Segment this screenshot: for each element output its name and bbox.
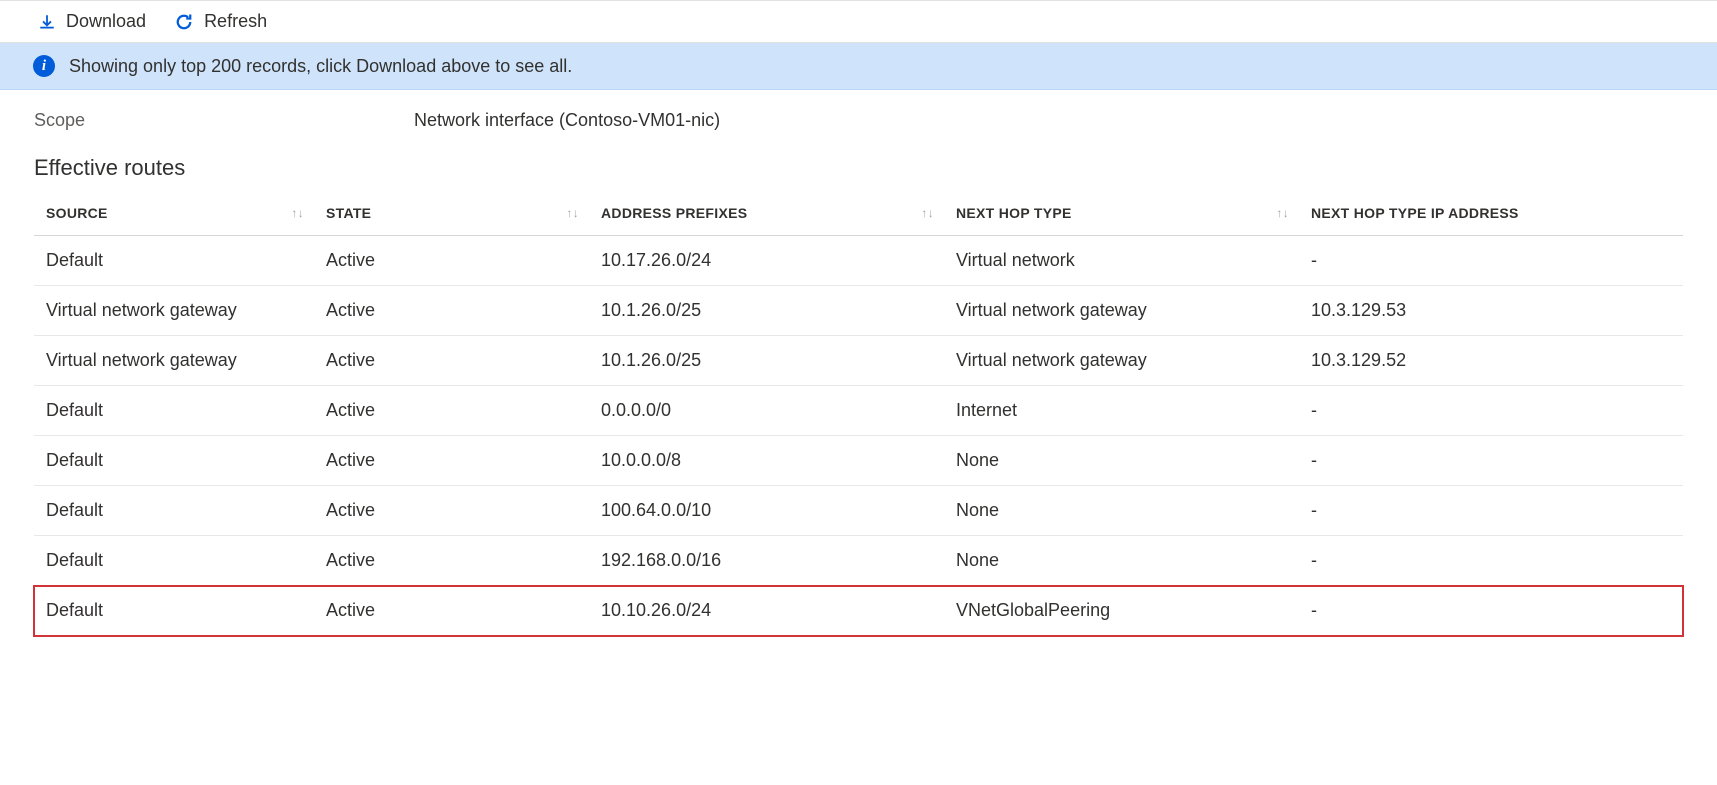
scope-value: Network interface (Contoso-VM01-nic) <box>414 110 720 131</box>
cell-prefix: 10.1.26.0/25 <box>589 286 944 336</box>
cell-prefix: 10.17.26.0/24 <box>589 236 944 286</box>
col-source-label: Source <box>46 205 108 221</box>
cell-ip: - <box>1299 486 1683 536</box>
cell-source: Default <box>34 536 314 586</box>
sort-icon: ↑↓ <box>921 206 934 220</box>
cell-state: Active <box>314 436 589 486</box>
cell-state: Active <box>314 336 589 386</box>
scope-row: Scope Network interface (Contoso-VM01-ni… <box>0 90 1717 137</box>
cell-ip: - <box>1299 236 1683 286</box>
col-state-label: State <box>326 205 371 221</box>
col-state[interactable]: State ↑↓ <box>314 191 589 236</box>
cell-prefix: 10.1.26.0/25 <box>589 336 944 386</box>
cell-source: Default <box>34 386 314 436</box>
col-next-hop-type[interactable]: Next Hop Type ↑↓ <box>944 191 1299 236</box>
cell-state: Active <box>314 486 589 536</box>
download-label: Download <box>66 11 146 32</box>
cell-state: Active <box>314 586 589 636</box>
cell-source: Default <box>34 586 314 636</box>
cell-prefix: 10.10.26.0/24 <box>589 586 944 636</box>
sort-icon: ↑↓ <box>1276 206 1289 220</box>
cell-ip: 10.3.129.53 <box>1299 286 1683 336</box>
cell-ip: - <box>1299 536 1683 586</box>
table-row[interactable]: DefaultActive10.0.0.0/8None- <box>34 436 1683 486</box>
refresh-icon <box>174 12 194 32</box>
scope-label: Scope <box>34 110 414 131</box>
col-address-prefixes[interactable]: Address Prefixes ↑↓ <box>589 191 944 236</box>
info-bar: i Showing only top 200 records, click Do… <box>0 43 1717 90</box>
cell-state: Active <box>314 286 589 336</box>
table-row[interactable]: Virtual network gatewayActive10.1.26.0/2… <box>34 336 1683 386</box>
cell-ip: - <box>1299 386 1683 436</box>
col-next-hop-type-label: Next Hop Type <box>956 205 1072 221</box>
col-next-hop-ip-label: Next Hop Type IP Address <box>1311 205 1519 221</box>
sort-icon: ↑↓ <box>566 206 579 220</box>
table-header-row: Source ↑↓ State ↑↓ Address Prefixes ↑↓ N… <box>34 191 1683 236</box>
refresh-button[interactable]: Refresh <box>174 11 267 32</box>
cell-nht: Internet <box>944 386 1299 436</box>
col-source[interactable]: Source ↑↓ <box>34 191 314 236</box>
cell-source: Default <box>34 486 314 536</box>
table-row[interactable]: DefaultActive10.10.26.0/24VNetGlobalPeer… <box>34 586 1683 636</box>
cell-nht: None <box>944 486 1299 536</box>
cell-prefix: 10.0.0.0/8 <box>589 436 944 486</box>
cell-ip: - <box>1299 586 1683 636</box>
cell-nht: None <box>944 536 1299 586</box>
cell-prefix: 0.0.0.0/0 <box>589 386 944 436</box>
cell-nht: Virtual network gateway <box>944 336 1299 386</box>
table-row[interactable]: DefaultActive10.17.26.0/24Virtual networ… <box>34 236 1683 286</box>
table-row[interactable]: DefaultActive192.168.0.0/16None- <box>34 536 1683 586</box>
table-row[interactable]: DefaultActive0.0.0.0/0Internet- <box>34 386 1683 436</box>
download-button[interactable]: Download <box>38 11 146 32</box>
toolbar: Download Refresh <box>0 1 1717 43</box>
info-icon: i <box>33 55 55 77</box>
cell-nht: Virtual network <box>944 236 1299 286</box>
cell-prefix: 192.168.0.0/16 <box>589 536 944 586</box>
cell-ip: - <box>1299 436 1683 486</box>
cell-ip: 10.3.129.52 <box>1299 336 1683 386</box>
cell-nht: Virtual network gateway <box>944 286 1299 336</box>
col-address-prefixes-label: Address Prefixes <box>601 205 747 221</box>
table-row[interactable]: DefaultActive100.64.0.0/10None- <box>34 486 1683 536</box>
refresh-label: Refresh <box>204 11 267 32</box>
cell-source: Default <box>34 436 314 486</box>
cell-source: Virtual network gateway <box>34 336 314 386</box>
cell-prefix: 100.64.0.0/10 <box>589 486 944 536</box>
routes-table: Source ↑↓ State ↑↓ Address Prefixes ↑↓ N… <box>34 191 1683 636</box>
sort-icon: ↑↓ <box>291 206 304 220</box>
col-next-hop-ip[interactable]: Next Hop Type IP Address <box>1299 191 1683 236</box>
download-icon <box>38 13 56 31</box>
info-message: Showing only top 200 records, click Down… <box>69 56 572 77</box>
cell-source: Default <box>34 236 314 286</box>
cell-nht: VNetGlobalPeering <box>944 586 1299 636</box>
cell-nht: None <box>944 436 1299 486</box>
cell-state: Active <box>314 236 589 286</box>
cell-state: Active <box>314 536 589 586</box>
section-title: Effective routes <box>0 137 1717 191</box>
cell-source: Virtual network gateway <box>34 286 314 336</box>
cell-state: Active <box>314 386 589 436</box>
table-row[interactable]: Virtual network gatewayActive10.1.26.0/2… <box>34 286 1683 336</box>
